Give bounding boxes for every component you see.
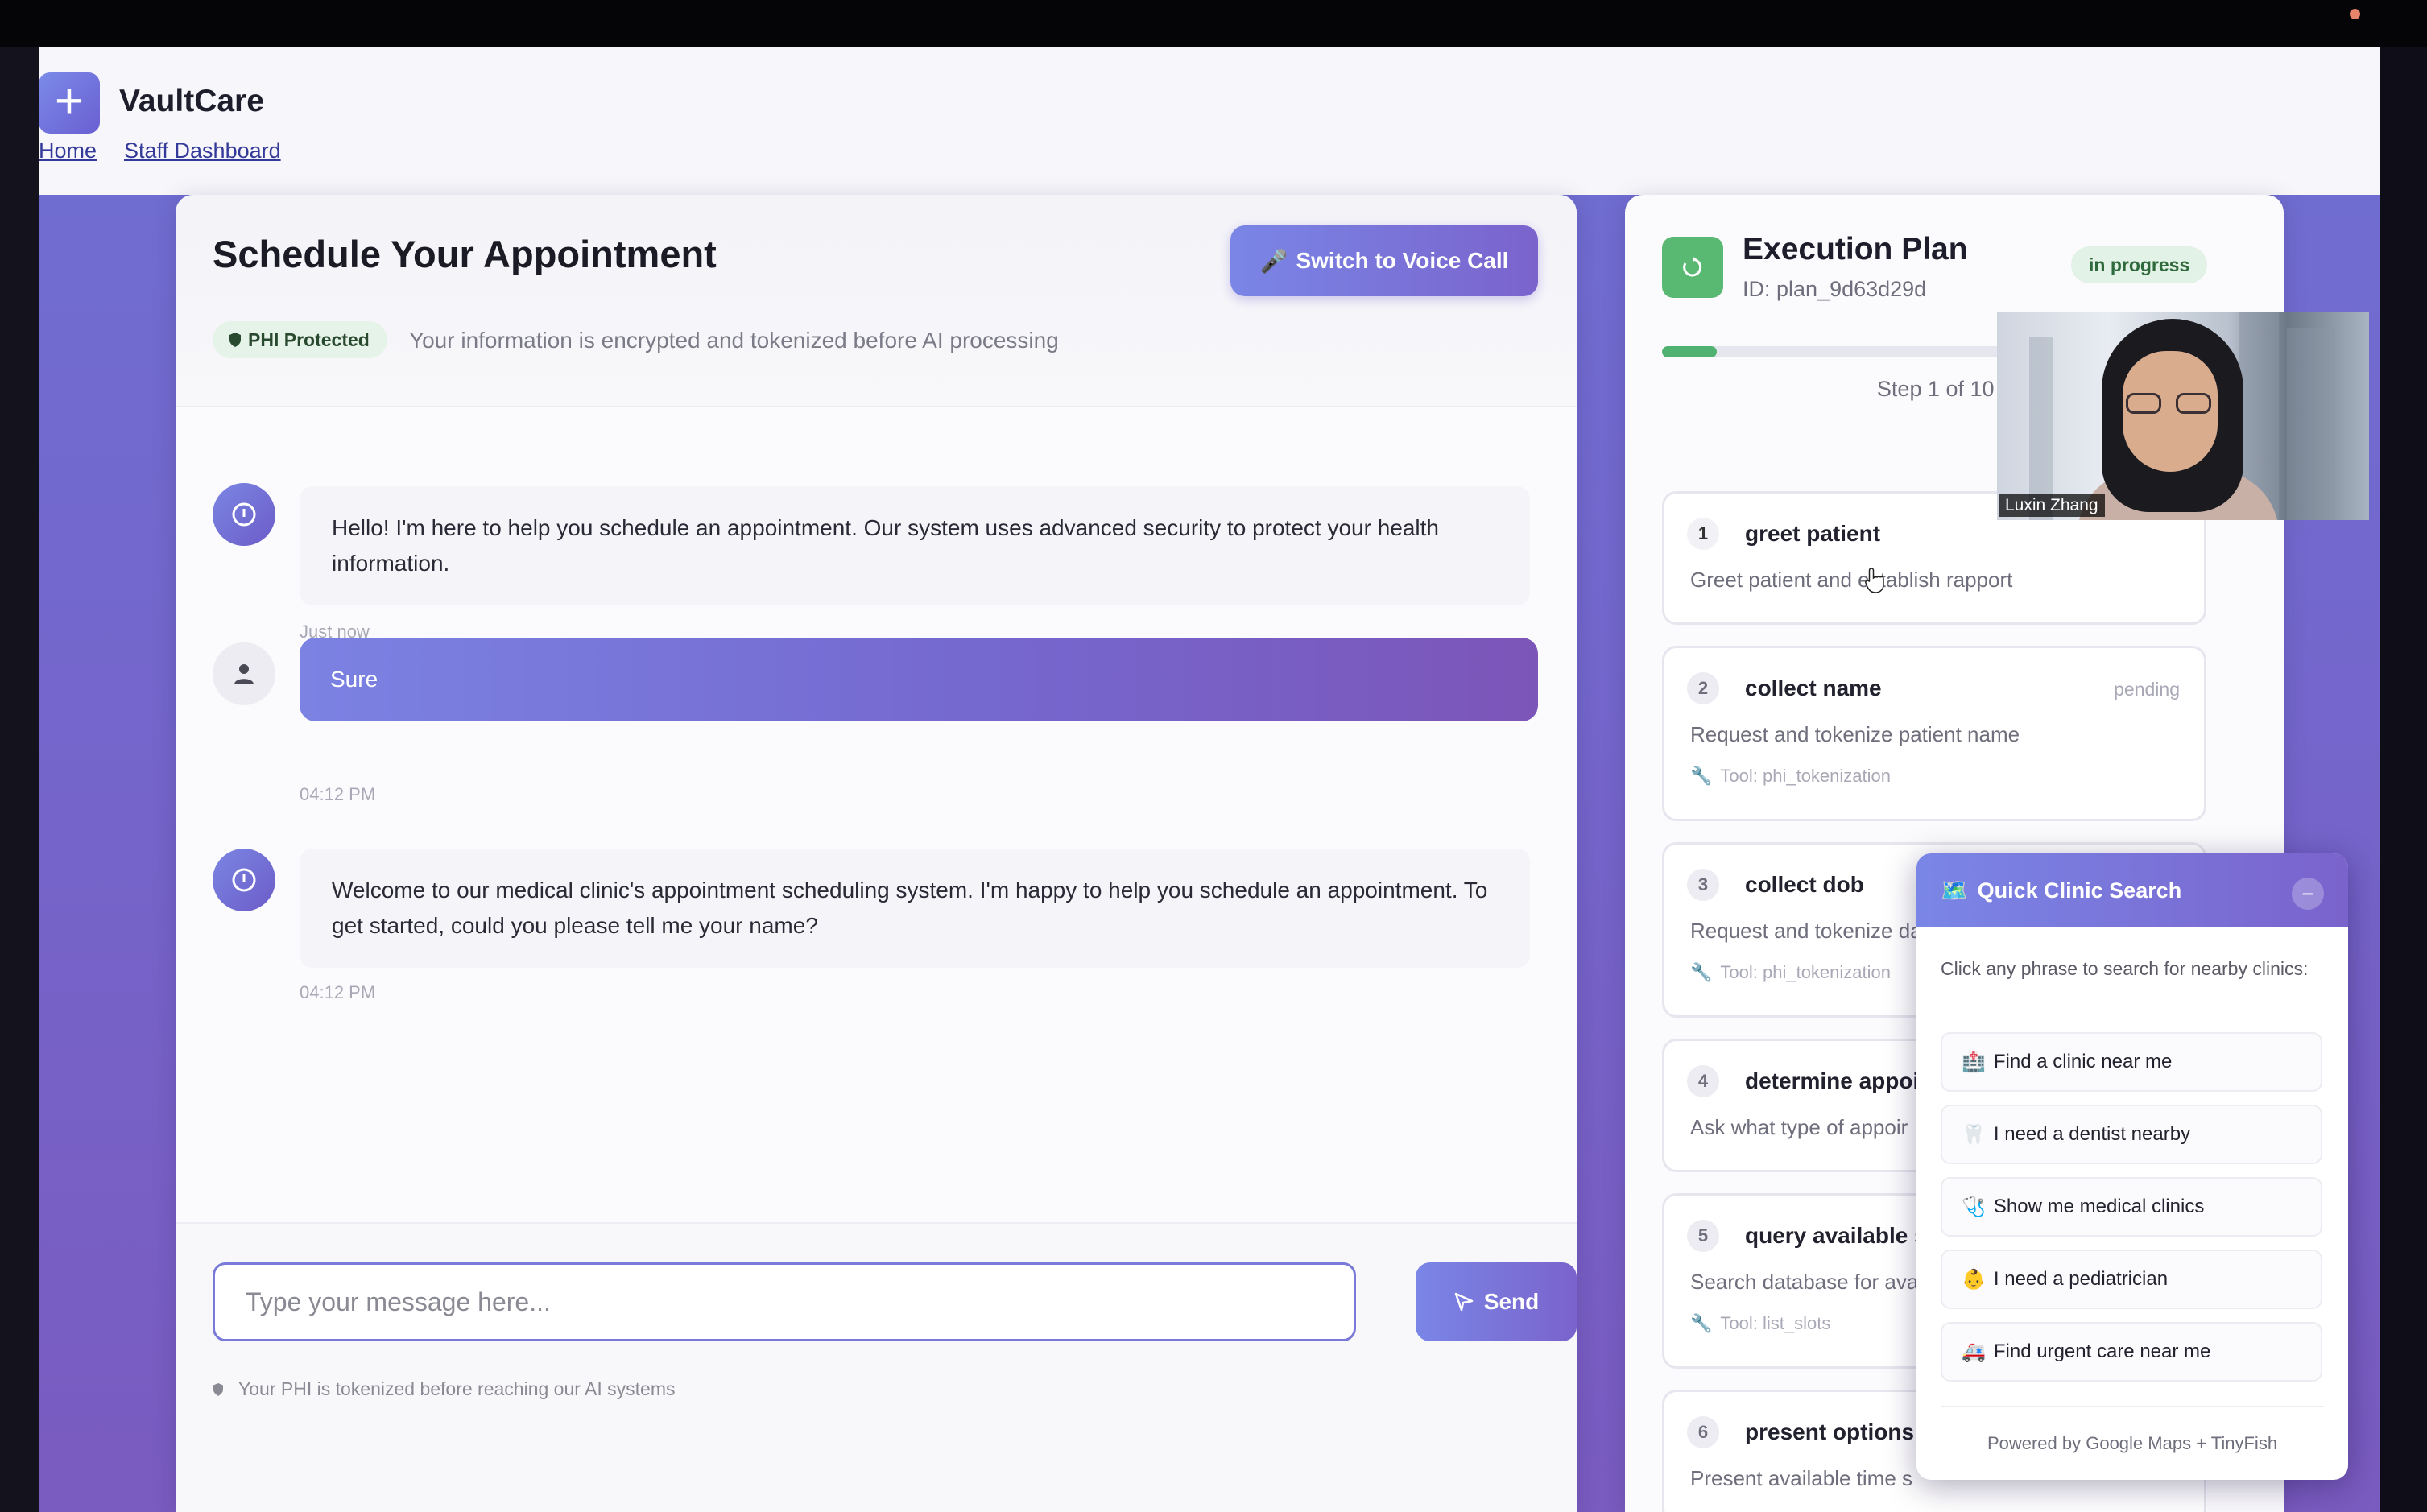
phrase-button-pediatrician[interactable]: 👶 I need a pediatrician xyxy=(1941,1250,2322,1309)
plan-title: Execution Plan xyxy=(1743,232,1968,266)
minimize-button[interactable]: − xyxy=(2292,878,2324,910)
widget-intro: Click any phrase to search for nearby cl… xyxy=(1941,958,2309,979)
nav-home-link[interactable]: Home xyxy=(39,138,97,163)
widget-divider xyxy=(1941,1406,2324,1407)
baby-icon: 👶 xyxy=(1962,1268,1986,1291)
widget-footer: Powered by Google Maps + TinyFish xyxy=(1987,1433,2278,1453)
step-tool-label: Tool: list_slots xyxy=(1720,1313,1831,1333)
tooth-icon: 🦷 xyxy=(1962,1123,1986,1146)
wrench-icon: 🔧 xyxy=(1690,962,1713,982)
plan-step: 2 collect name pending Request and token… xyxy=(1662,646,2206,821)
stethoscope-icon: 🩺 xyxy=(1962,1196,1986,1218)
participant-name: Luxin Zhang xyxy=(1999,494,2105,517)
hand-cursor-icon xyxy=(1865,568,1884,593)
step-number: 3 xyxy=(1687,869,1719,901)
recording-indicator-icon xyxy=(2350,9,2360,19)
widget-title-label: Quick Clinic Search xyxy=(1977,878,2182,903)
plan-id: ID: plan_9d63d29d xyxy=(1743,277,1927,301)
plan-refresh-icon xyxy=(1662,237,1723,298)
nav-staff-dashboard-link[interactable]: Staff Dashboard xyxy=(124,138,281,163)
map-icon: 🗺️ xyxy=(1941,878,1968,903)
phi-footer-text: Your PHI is tokenized before reaching ou… xyxy=(238,1378,676,1399)
microphone-icon: 🎤 xyxy=(1259,248,1288,274)
message-timestamp: 04:12 PM xyxy=(300,982,376,1002)
send-button-label: Send xyxy=(1483,1289,1540,1314)
message-timestamp: 04:12 PM xyxy=(300,784,376,804)
widget-header: 🗺️ Quick Clinic Search − xyxy=(1916,853,2348,927)
step-description: Present available time s xyxy=(1690,1466,1913,1490)
shield-icon xyxy=(213,1382,223,1396)
user-icon xyxy=(234,664,254,684)
phi-badge-label: PHI Protected xyxy=(248,328,370,350)
message-input[interactable] xyxy=(213,1262,1356,1341)
brand-name: VaultCare xyxy=(119,84,264,118)
step-tool-label: Tool: phi_tokenization xyxy=(1720,766,1891,786)
assistant-avatar xyxy=(213,849,275,911)
quick-clinic-search-widget: 🗺️ Quick Clinic Search − Click any phras… xyxy=(1916,853,2348,1480)
user-avatar xyxy=(213,642,275,705)
step-number: 6 xyxy=(1687,1416,1719,1448)
user-message: Sure xyxy=(300,638,1538,721)
step-status: pending xyxy=(2114,679,2180,700)
video-call-thumbnail: Luxin Zhang xyxy=(1997,312,2369,520)
phrase-label: Show me medical clinics xyxy=(1993,1196,2205,1217)
step-name: greet patient xyxy=(1745,521,1881,546)
step-number: 5 xyxy=(1687,1220,1719,1252)
screen-top-bar xyxy=(0,0,2427,47)
hospital-icon: 🏥 xyxy=(1962,1051,1986,1073)
widget-title: 🗺️ Quick Clinic Search xyxy=(1941,878,2181,903)
page-title: Schedule Your Appointment xyxy=(213,233,717,275)
assistant-message: Hello! I'm here to help you schedule an … xyxy=(300,486,1530,605)
phi-note: Your information is encrypted and tokeni… xyxy=(409,328,1059,353)
switch-to-voice-call-button[interactable]: 🎤 Switch to Voice Call xyxy=(1230,225,1538,296)
message-composer: Send Your PHI is tokenized before reachi… xyxy=(176,1222,1577,1512)
step-name: collect name xyxy=(1745,675,1882,700)
send-button[interactable]: Send xyxy=(1416,1262,1577,1341)
step-tool-label: Tool: phi_tokenization xyxy=(1720,962,1891,982)
step-tool: 🔧 Tool: phi_tokenization xyxy=(1690,766,1891,787)
plan-status-badge: in progress xyxy=(2071,246,2208,283)
step-description: Search database for ava xyxy=(1690,1270,1919,1294)
shield-icon xyxy=(229,333,241,347)
ambulance-icon: 🚑 xyxy=(1962,1341,1986,1363)
step-description: Greet patient and establish rapport xyxy=(1690,568,2013,592)
step-name: determine appoi xyxy=(1745,1068,1920,1093)
step-name: present options xyxy=(1745,1419,1915,1444)
step-name: query available s xyxy=(1745,1223,1927,1248)
phrase-button-clinic[interactable]: 🏥 Find a clinic near me xyxy=(1941,1032,2322,1092)
assistant-info-icon xyxy=(232,868,256,892)
plan-progress-fill xyxy=(1662,346,1718,357)
step-description: Ask what type of appoir xyxy=(1690,1115,1908,1139)
phrase-button-dentist[interactable]: 🦷 I need a dentist nearby xyxy=(1941,1105,2322,1164)
step-tool: 🔧 Tool: phi_tokenization xyxy=(1690,962,1891,983)
phrase-label: I need a pediatrician xyxy=(1993,1268,2169,1290)
logo-plus-icon: + xyxy=(39,72,100,134)
step-description: Request and tokenize patient name xyxy=(1690,722,2020,746)
phi-footer-note: Your PHI is tokenized before reaching ou… xyxy=(213,1378,676,1400)
phrase-button-urgent-care[interactable]: 🚑 Find urgent care near me xyxy=(1941,1322,2322,1382)
step-number: 4 xyxy=(1687,1065,1719,1097)
voice-button-label: Switch to Voice Call xyxy=(1296,248,1509,273)
step-tool: 🔧 Tool: list_slots xyxy=(1690,1313,1830,1334)
phrase-label: Find urgent care near me xyxy=(1993,1341,2211,1362)
screen-right-edge xyxy=(2380,47,2427,1512)
phrase-label: I need a dentist nearby xyxy=(1993,1123,2191,1145)
send-icon xyxy=(1454,1292,1474,1312)
step-description: Request and tokenize da xyxy=(1690,919,1922,943)
chat-panel: Schedule Your Appointment 🎤 Switch to Vo… xyxy=(176,195,1577,1512)
phrase-button-medical[interactable]: 🩺 Show me medical clinics xyxy=(1941,1177,2322,1237)
wrench-icon: 🔧 xyxy=(1690,1313,1713,1333)
screen-left-edge xyxy=(0,47,39,1512)
phrase-label: Find a clinic near me xyxy=(1993,1051,2173,1072)
step-number: 2 xyxy=(1687,672,1719,704)
assistant-message: Welcome to our medical clinic's appointm… xyxy=(300,849,1530,968)
wrench-icon: 🔧 xyxy=(1690,766,1713,786)
assistant-info-icon xyxy=(232,502,256,527)
step-name: collect dob xyxy=(1745,872,1864,897)
step-number: 1 xyxy=(1687,518,1719,550)
phi-protected-badge: PHI Protected xyxy=(213,321,387,358)
chat-header: Schedule Your Appointment 🎤 Switch to Vo… xyxy=(176,195,1577,407)
app-header: + VaultCare Home Staff Dashboard xyxy=(39,47,2380,195)
assistant-avatar xyxy=(213,483,275,546)
